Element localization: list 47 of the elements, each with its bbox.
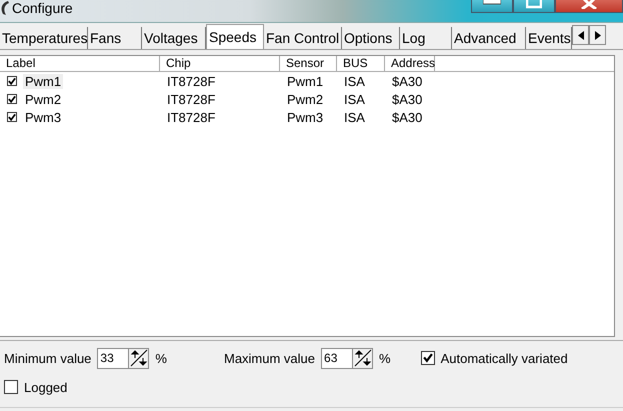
table-cell: IT8728F	[167, 92, 216, 106]
table-cell: ISA	[344, 74, 365, 88]
table-cell: ISA	[344, 110, 365, 124]
tab[interactable]: Options	[342, 27, 400, 49]
table-cell: ISA	[344, 92, 365, 106]
tab[interactable]: Speeds	[206, 24, 264, 49]
checkbox[interactable]	[420, 351, 435, 365]
minimize-button[interactable]	[471, 0, 513, 13]
tab[interactable]: Fan Control	[264, 27, 342, 49]
right-arrow-icon	[594, 30, 600, 40]
scroll-left-button[interactable]	[572, 25, 589, 45]
tab[interactable]: Advanced	[452, 27, 526, 49]
table-cell: IT8728F	[167, 74, 216, 88]
minimize-icon	[483, 0, 501, 5]
close-button[interactable]	[555, 0, 623, 13]
minimum-value-label: Minimum value	[4, 350, 92, 366]
scroll-right-button[interactable]	[589, 25, 606, 45]
table-cell: Pwm2	[287, 92, 324, 106]
tab[interactable]: Voltages	[142, 27, 206, 49]
table-cell[interactable]: Pwm3	[23, 110, 64, 124]
left-arrow-icon	[578, 30, 584, 40]
checkbox[interactable]	[7, 76, 17, 86]
tab[interactable]: Fans	[88, 27, 142, 49]
table-cell: $A30	[392, 92, 422, 106]
maximize-button[interactable]	[513, 0, 555, 13]
percent-unit: %	[155, 350, 167, 366]
window-title: Configure	[12, 0, 73, 17]
app-icon	[0, 0, 10, 16]
maximum-value-label: Maximum value	[224, 350, 316, 366]
table-cell: $A30	[392, 74, 422, 88]
table-cell[interactable]: Pwm1	[23, 74, 64, 88]
checkbox-label: Logged	[24, 380, 68, 394]
table-cell: Pwm1	[287, 74, 324, 88]
percent-unit: %	[379, 350, 391, 366]
checkbox-label: Automatically variated	[440, 350, 568, 366]
checkbox[interactable]	[7, 112, 17, 122]
checkbox[interactable]	[7, 94, 17, 104]
checkbox[interactable]	[4, 380, 18, 394]
tab[interactable]: Events	[526, 27, 572, 49]
table-cell: IT8728F	[167, 110, 216, 124]
tab[interactable]: Temperatures	[0, 27, 88, 49]
tab[interactable]: Log	[400, 27, 452, 49]
table-cell: Pwm3	[287, 110, 324, 124]
close-icon	[580, 0, 598, 9]
maximize-icon	[526, 0, 542, 9]
table-cell[interactable]: Pwm2	[23, 92, 64, 106]
table-cell: $A30	[392, 110, 422, 124]
